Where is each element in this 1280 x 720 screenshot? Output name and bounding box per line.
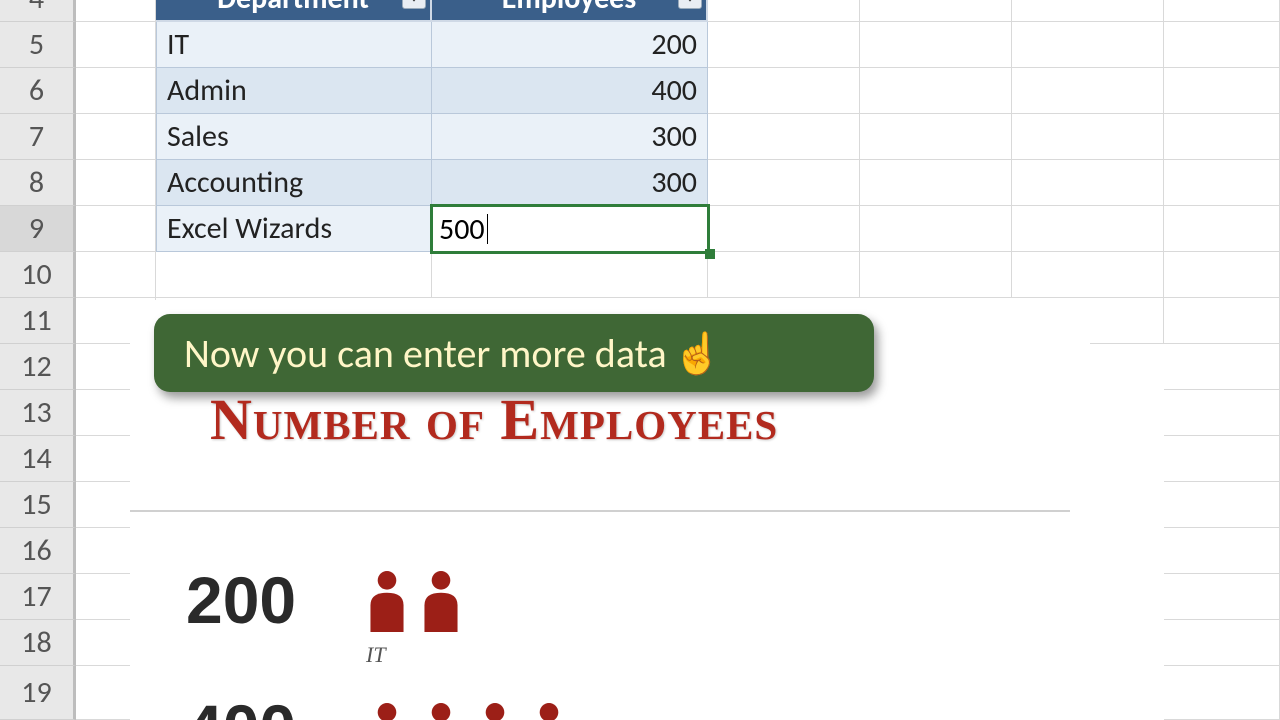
text-caret-icon — [487, 214, 488, 244]
grid-cell[interactable] — [1012, 160, 1164, 206]
table-cell-dept[interactable]: Sales — [156, 114, 432, 160]
grid-cell[interactable] — [1164, 574, 1280, 620]
pictogram-value: 400 — [186, 690, 296, 720]
grid-cell[interactable] — [860, 206, 1012, 252]
person-icon — [366, 702, 408, 720]
grid-cell[interactable] — [76, 206, 156, 252]
grid-cell[interactable] — [708, 114, 860, 160]
fill-handle-icon[interactable] — [705, 249, 715, 259]
grid-cell[interactable] — [860, 68, 1012, 114]
table-cell-emp[interactable]: 300 — [432, 160, 708, 206]
grid-cell[interactable] — [1012, 206, 1164, 252]
table-cell-emp[interactable]: 300 — [432, 114, 708, 160]
grid-cell[interactable] — [1164, 0, 1280, 22]
grid-cell[interactable] — [860, 252, 1012, 298]
person-icon — [420, 570, 462, 632]
row-header-15[interactable]: 15 — [0, 482, 76, 528]
row-header-14[interactable]: 14 — [0, 436, 76, 482]
filter-dropdown-icon[interactable] — [402, 0, 426, 9]
grid-cell[interactable] — [1164, 298, 1280, 344]
grid-cell[interactable] — [708, 22, 860, 68]
pointing-up-icon: ☝️ — [673, 329, 723, 378]
grid-cell[interactable] — [76, 68, 156, 114]
grid-cell[interactable] — [1164, 22, 1280, 68]
grid-cell[interactable] — [708, 206, 860, 252]
grid-cell[interactable] — [860, 0, 1012, 22]
separator-line — [130, 510, 1070, 512]
row-header-6[interactable]: 6 — [0, 68, 76, 114]
person-icon — [528, 702, 570, 720]
grid-cell[interactable] — [860, 160, 1012, 206]
grid-cell[interactable] — [860, 22, 1012, 68]
grid-cell[interactable] — [1164, 390, 1280, 436]
row-header-12[interactable]: 12 — [0, 344, 76, 390]
table-cell-emp[interactable]: 400 — [432, 68, 708, 114]
filter-dropdown-icon[interactable] — [678, 0, 702, 9]
table-cell-dept[interactable]: IT — [156, 22, 432, 68]
row-header-8[interactable]: 8 — [0, 160, 76, 206]
editing-value: 500 — [439, 211, 485, 248]
grid-cell[interactable] — [708, 0, 860, 22]
grid-cell[interactable] — [1164, 252, 1280, 298]
grid-cell[interactable] — [1012, 22, 1164, 68]
spreadsheet-viewport: 4 5 6 7 8 9 10 11 12 13 14 15 16 17 18 1… — [0, 0, 1280, 720]
grid-cell[interactable] — [1164, 482, 1280, 528]
grid-cell[interactable] — [1164, 206, 1280, 252]
grid-cell[interactable] — [76, 160, 156, 206]
grid-cell[interactable] — [708, 160, 860, 206]
row-header-5[interactable]: 5 — [0, 22, 76, 68]
grid-cell[interactable] — [1164, 436, 1280, 482]
table-header-employees[interactable]: Employees — [432, 0, 708, 22]
grid-cell[interactable] — [1164, 114, 1280, 160]
header-label: Employees — [502, 0, 637, 17]
grid-cell[interactable] — [1164, 666, 1280, 720]
grid-cell[interactable] — [432, 252, 708, 298]
grid-cell[interactable] — [76, 0, 156, 22]
person-icon — [474, 702, 516, 720]
person-icon — [366, 570, 408, 632]
grid-cell[interactable] — [156, 252, 432, 298]
row-header-10[interactable]: 10 — [0, 252, 76, 298]
row-header-13[interactable]: 13 — [0, 390, 76, 436]
person-icon — [420, 702, 462, 720]
grid-cell[interactable] — [1012, 68, 1164, 114]
grid-cell[interactable] — [708, 68, 860, 114]
banner-text: Now you can enter more data — [184, 329, 667, 378]
row-header-17[interactable]: 17 — [0, 574, 76, 620]
row-header-11[interactable]: 11 — [0, 298, 76, 344]
tip-banner: Now you can enter more data ☝️ — [154, 314, 874, 392]
table-cell-dept[interactable]: Admin — [156, 68, 432, 114]
row-header-18[interactable]: 18 — [0, 620, 76, 666]
grid-cell[interactable] — [76, 22, 156, 68]
header-label: Department — [217, 0, 369, 17]
grid-cell[interactable] — [1012, 252, 1164, 298]
row-header-9[interactable]: 9 — [0, 206, 76, 252]
chart-title: Number of Employees — [210, 386, 778, 453]
pictogram-icons — [366, 570, 462, 632]
table-cell-emp[interactable]: 200 — [432, 22, 708, 68]
grid-cell[interactable] — [1012, 114, 1164, 160]
row-header-19[interactable]: 19 — [0, 666, 76, 720]
grid-cell[interactable] — [1164, 68, 1280, 114]
row-header-7[interactable]: 7 — [0, 114, 76, 160]
table-cell-dept[interactable]: Excel Wizards — [156, 206, 432, 252]
grid-cell[interactable] — [1012, 0, 1164, 22]
grid-cell[interactable] — [1164, 160, 1280, 206]
grid-cell[interactable] — [1164, 344, 1280, 390]
grid-cell[interactable] — [860, 114, 1012, 160]
table-header-department[interactable]: Department — [156, 0, 432, 22]
pictogram-label: IT — [366, 642, 386, 668]
grid-cell[interactable] — [1164, 528, 1280, 574]
row-header-16[interactable]: 16 — [0, 528, 76, 574]
row-header-4[interactable]: 4 — [0, 0, 76, 22]
grid-cell[interactable] — [76, 252, 156, 298]
grid-cell[interactable] — [76, 114, 156, 160]
pictogram-icons — [366, 702, 570, 720]
pictogram-value: 200 — [186, 562, 296, 638]
active-cell-editing[interactable]: 500 — [430, 204, 710, 254]
table-cell-dept[interactable]: Accounting — [156, 160, 432, 206]
grid-cell[interactable] — [708, 252, 860, 298]
grid-cell[interactable] — [1164, 620, 1280, 666]
